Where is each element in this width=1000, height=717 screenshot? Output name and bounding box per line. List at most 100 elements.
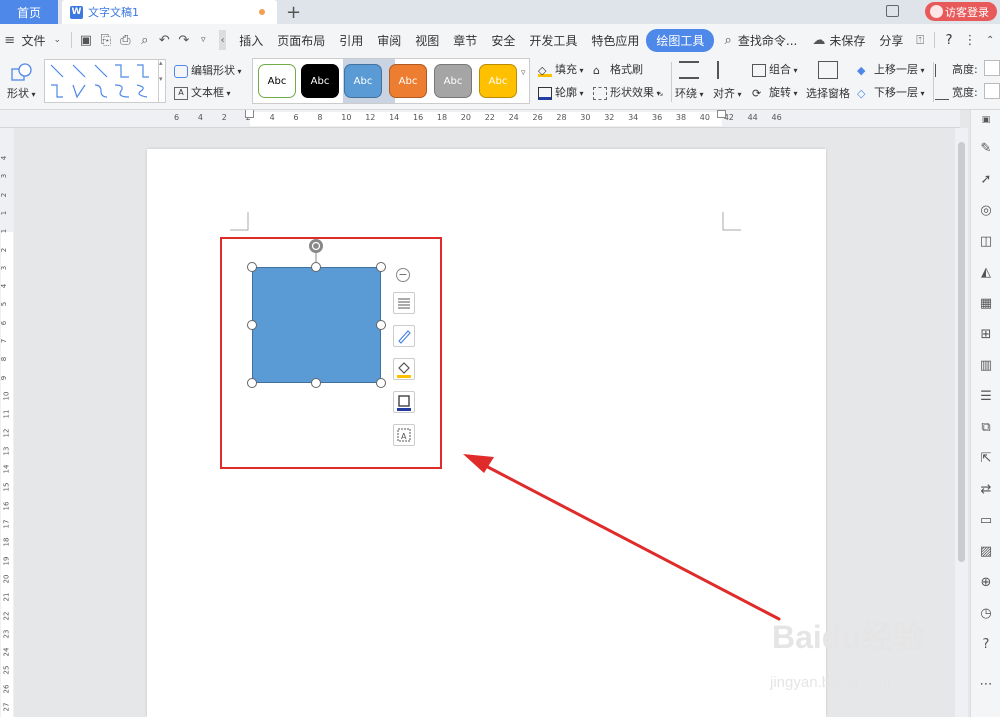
scroll-thumb[interactable] xyxy=(958,142,965,562)
layout-options-icon[interactable] xyxy=(393,292,415,314)
menu-file[interactable]: 文件 xyxy=(20,32,48,49)
menu-item[interactable]: 特色应用 xyxy=(584,32,646,49)
dialog-launcher-icon[interactable]: ↘ xyxy=(657,89,664,98)
collapse-icon[interactable]: − xyxy=(396,268,410,282)
pen-icon[interactable] xyxy=(393,325,415,347)
shape-style-item[interactable]: Abc xyxy=(479,64,517,98)
menu-item[interactable]: 页面布局 xyxy=(270,32,332,49)
chart-icon[interactable]: ▥ xyxy=(978,357,994,373)
collaboration-icon[interactable]: ⍐ xyxy=(914,32,926,48)
window-mode-icon[interactable] xyxy=(886,5,899,17)
height-input[interactable] xyxy=(984,60,1000,76)
guest-login-button[interactable]: 访客登录 xyxy=(925,2,997,21)
menu-item[interactable]: 开发工具 xyxy=(522,32,584,49)
send-backward-button[interactable]: ◇ 下移一层 ▾ xyxy=(857,84,925,100)
settings-sliders-icon[interactable]: ☰ xyxy=(978,388,994,404)
selection-pane-icon[interactable] xyxy=(818,61,838,82)
text-box-button[interactable]: A 文本框 ▾ xyxy=(174,84,231,100)
collapse-ribbon-icon[interactable]: ⌃ xyxy=(984,32,996,48)
help-icon[interactable]: ? xyxy=(978,636,994,652)
width-field[interactable]: 宽度: xyxy=(935,84,978,100)
search-icon[interactable]: ⌕ xyxy=(722,32,734,48)
outline-style-icon[interactable] xyxy=(393,391,415,413)
collapse-toolbar-icon[interactable]: ‹ xyxy=(219,30,227,50)
menu-item[interactable]: 视图 xyxy=(408,32,446,49)
customize-toolbar-icon[interactable]: ▿ xyxy=(198,32,210,48)
print-icon[interactable]: ⎙ xyxy=(120,32,132,48)
outline-button[interactable]: 轮廓 ▾ xyxy=(538,84,584,100)
wrap-button[interactable]: 环绕 ▾ xyxy=(675,85,704,101)
rotate-button[interactable]: ⟳ 旋转 ▾ xyxy=(752,84,798,100)
menu-item[interactable]: 章节 xyxy=(446,32,484,49)
ruler-number: 4 xyxy=(197,113,203,122)
redo-icon[interactable]: ↷ xyxy=(178,32,190,48)
align-icon[interactable] xyxy=(717,61,735,82)
layers-icon[interactable]: ◭ xyxy=(978,264,994,280)
edit-icon[interactable]: ✎ xyxy=(978,140,994,156)
table-icon[interactable]: ▦ xyxy=(978,295,994,311)
new-tab-button[interactable]: + xyxy=(286,2,301,23)
fill-bucket-icon[interactable] xyxy=(393,358,415,380)
wrap-icon[interactable] xyxy=(679,61,699,82)
width-input[interactable] xyxy=(984,83,1000,99)
command-search[interactable]: 查找命令... xyxy=(738,32,804,49)
format-painter-button[interactable]: ⌂ 格式刷 xyxy=(593,61,643,77)
chevron-down-icon[interactable]: ⌄ xyxy=(52,32,64,48)
menu-item[interactable]: 插入 xyxy=(232,32,270,49)
indent-marker-icon[interactable] xyxy=(245,110,254,118)
translate-icon[interactable]: ⇄ xyxy=(978,481,994,497)
bring-forward-button[interactable]: ◆ 上移一层 ▾ xyxy=(857,61,925,77)
location-icon[interactable]: ◎ xyxy=(978,202,994,218)
print-preview-icon[interactable]: ⌕ xyxy=(139,32,151,48)
shape-style-item[interactable]: Abc xyxy=(258,64,296,98)
style-gallery-more-icon[interactable]: ▿ xyxy=(521,68,526,78)
shape-effects-button[interactable]: 形状效果 ▾ xyxy=(593,84,661,100)
menu-item[interactable]: 绘图工具 xyxy=(646,28,715,52)
archive-icon[interactable]: ▭ xyxy=(978,512,994,528)
share-button[interactable]: 分享 xyxy=(872,32,910,49)
shape-style-item[interactable]: Abc xyxy=(434,64,472,98)
download-icon[interactable]: ⊕ xyxy=(978,574,994,590)
grid-icon[interactable]: ⊞ xyxy=(978,326,994,342)
image-icon[interactable]: ▨ xyxy=(978,543,994,559)
shape-button[interactable]: 形状 ▾ xyxy=(7,85,36,101)
tab-document[interactable]: W 文字文稿1 xyxy=(62,0,277,24)
unsaved-status[interactable]: 未保存 xyxy=(829,32,872,49)
text-box-effects-icon[interactable]: A xyxy=(393,424,415,446)
horizontal-ruler[interactable]: 6422468101214161820222426283032343638404… xyxy=(0,110,960,128)
more-icon[interactable]: ⋯ xyxy=(978,676,994,692)
menu-item[interactable]: 安全 xyxy=(484,32,522,49)
align-button[interactable]: 对齐 ▾ xyxy=(713,85,742,101)
find-image-icon[interactable]: ⧉ xyxy=(978,419,994,435)
height-field[interactable]: 高度: xyxy=(935,61,978,77)
right-indent-icon[interactable] xyxy=(717,110,726,118)
sidebar-toggle-icon[interactable]: ▣ xyxy=(978,112,994,128)
help-button[interactable]: ? xyxy=(939,33,960,48)
ruler-number: 44 xyxy=(747,113,758,122)
vertical-ruler[interactable]: 4 3 2 1 1 2 3 4 5 6 7 8 9 10 11 12 13 14 15 16 17 18 19 20 21 22 2… xyxy=(0,128,14,717)
export-pdf-icon[interactable]: ⎘ xyxy=(100,32,112,48)
shape-icon[interactable] xyxy=(10,62,34,85)
shapes-icon[interactable]: ◫ xyxy=(978,233,994,249)
undo-icon[interactable]: ↶ xyxy=(159,32,171,48)
hamburger-menu-icon[interactable]: ≡ xyxy=(4,32,16,48)
more-options-icon[interactable]: ⋮ xyxy=(963,32,976,48)
history-icon[interactable]: ◷ xyxy=(978,605,994,621)
gallery-scroll-icon[interactable]: ▴ ▾ xyxy=(158,59,166,103)
shape-style-item[interactable]: Abc xyxy=(301,64,339,98)
shape-style-item[interactable]: Abc xyxy=(344,64,382,98)
cursor-icon[interactable]: ➚ xyxy=(978,171,994,187)
shape-style-item[interactable]: Abc xyxy=(389,64,427,98)
selection-pane-button[interactable]: 选择窗格 xyxy=(806,85,850,101)
export-icon[interactable]: ⇱ xyxy=(978,450,994,466)
save-icon[interactable]: ▣ xyxy=(80,32,92,48)
edit-shape-button[interactable]: 编辑形状 ▾ xyxy=(174,62,242,78)
menu-item[interactable]: 引用 xyxy=(332,32,370,49)
fill-button[interactable]: ◇ 填充 ▾ xyxy=(538,61,584,77)
tab-home[interactable]: 首页 xyxy=(0,0,58,24)
rectangle-shape[interactable] xyxy=(252,267,381,383)
document-page[interactable]: − A xyxy=(147,149,826,717)
menu-item[interactable]: 审阅 xyxy=(370,32,408,49)
line-shape-gallery[interactable] xyxy=(44,59,166,103)
group-button[interactable]: 组合 ▾ xyxy=(752,61,798,77)
